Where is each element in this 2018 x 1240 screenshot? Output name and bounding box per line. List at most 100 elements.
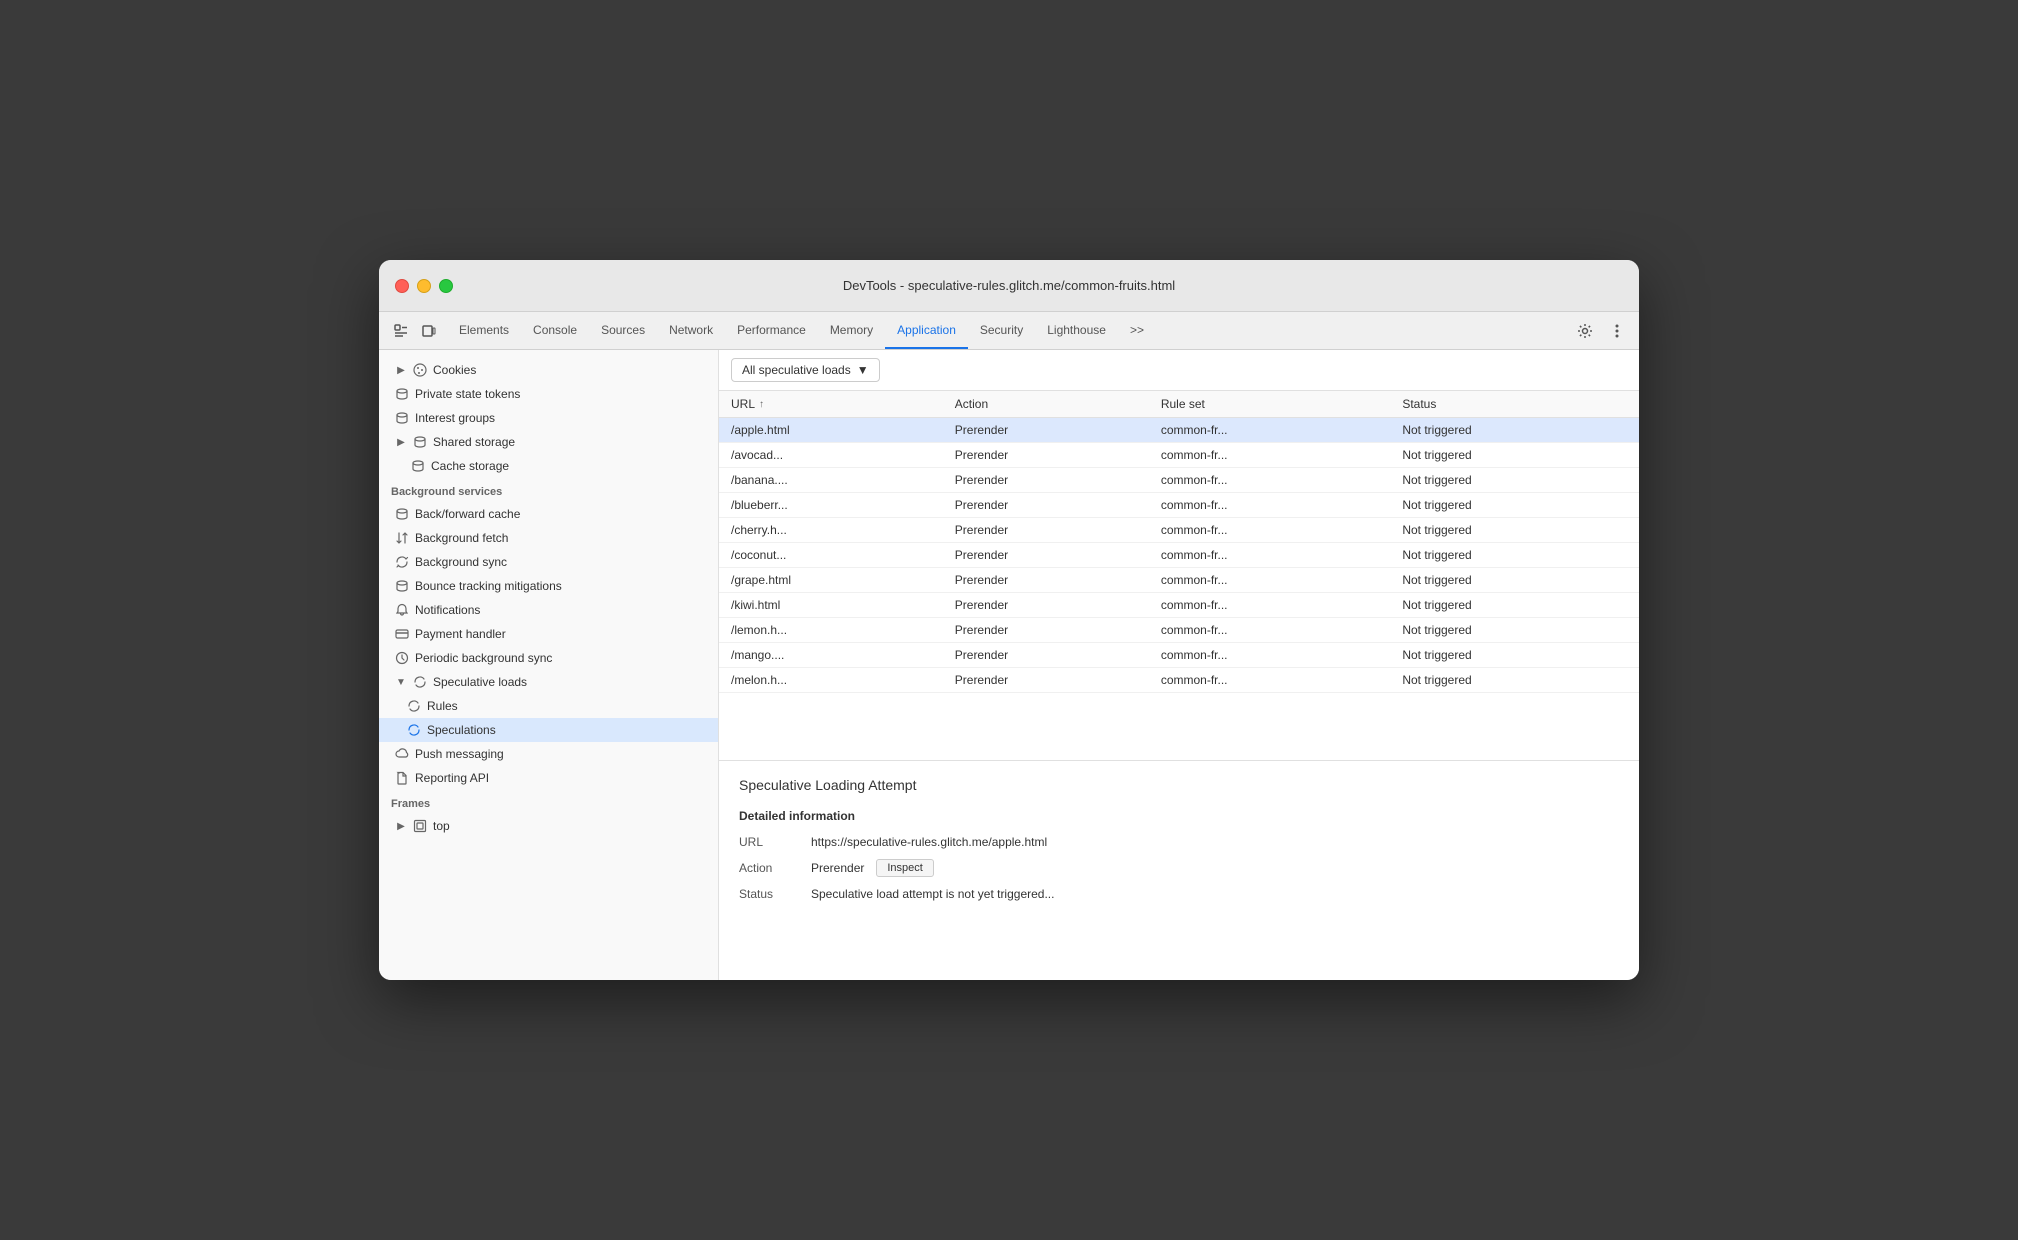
tab-list: Elements Console Sources Network Perform… xyxy=(447,312,1156,349)
tab-security[interactable]: Security xyxy=(968,312,1035,349)
table-row[interactable]: /blueberr...Prerendercommon-fr...Not tri… xyxy=(719,493,1639,518)
sidebar-item-background-sync[interactable]: Background sync xyxy=(379,550,718,574)
sidebar-item-rules[interactable]: Rules xyxy=(379,694,718,718)
tab-memory[interactable]: Memory xyxy=(818,312,885,349)
detail-status-value: Speculative load attempt is not yet trig… xyxy=(811,887,1054,901)
cell-2: common-fr... xyxy=(1149,493,1391,518)
sidebar-item-payment-handler[interactable]: Payment handler xyxy=(379,622,718,646)
col-ruleset[interactable]: Rule set xyxy=(1149,391,1391,418)
cell-3: Not triggered xyxy=(1390,593,1639,618)
db-icon xyxy=(395,411,409,425)
arrow-down-up-icon xyxy=(395,531,409,545)
cell-1: Prerender xyxy=(943,493,1149,518)
chevron-right-icon: ▶ xyxy=(395,436,407,448)
cookie-icon xyxy=(413,363,427,377)
tab-sources[interactable]: Sources xyxy=(589,312,657,349)
sidebar-label: Cache storage xyxy=(431,459,509,473)
sidebar-item-private-state-tokens[interactable]: Private state tokens xyxy=(379,382,718,406)
col-url[interactable]: URL ↑ xyxy=(719,391,943,417)
tab-more[interactable]: >> xyxy=(1118,312,1156,349)
sidebar-item-notifications[interactable]: Notifications xyxy=(379,598,718,622)
sidebar-label: Notifications xyxy=(415,603,480,617)
table-row[interactable]: /melon.h...Prerendercommon-fr...Not trig… xyxy=(719,668,1639,693)
table-row[interactable]: /mango....Prerendercommon-fr...Not trigg… xyxy=(719,643,1639,668)
sidebar-item-periodic-background-sync[interactable]: Periodic background sync xyxy=(379,646,718,670)
db-icon xyxy=(395,387,409,401)
bell-icon xyxy=(395,603,409,617)
cell-2: common-fr... xyxy=(1149,643,1391,668)
cell-0: /cherry.h... xyxy=(719,518,943,543)
cell-0: /coconut... xyxy=(719,543,943,568)
table-row[interactable]: /lemon.h...Prerendercommon-fr...Not trig… xyxy=(719,618,1639,643)
sidebar-item-shared-storage[interactable]: ▶ Shared storage xyxy=(379,430,718,454)
cell-0: /melon.h... xyxy=(719,668,943,693)
tab-console[interactable]: Console xyxy=(521,312,589,349)
sidebar-item-reporting-api[interactable]: Reporting API xyxy=(379,766,718,790)
inspect-button[interactable]: Inspect xyxy=(876,859,933,877)
devtools-tab-bar: Elements Console Sources Network Perform… xyxy=(379,312,1639,350)
sidebar-item-interest-groups[interactable]: Interest groups xyxy=(379,406,718,430)
maximize-button[interactable] xyxy=(439,279,453,293)
minimize-button[interactable] xyxy=(417,279,431,293)
tab-lighthouse[interactable]: Lighthouse xyxy=(1035,312,1118,349)
cell-3: Not triggered xyxy=(1390,443,1639,468)
sidebar-label: Cookies xyxy=(433,363,476,377)
table-row[interactable]: /apple.htmlPrerendercommon-fr...Not trig… xyxy=(719,418,1639,443)
cloud-icon xyxy=(395,747,409,761)
detail-url-label: URL xyxy=(739,835,799,849)
more-options-icon[interactable] xyxy=(1603,317,1631,345)
cell-2: common-fr... xyxy=(1149,443,1391,468)
detail-url-row: URL https://speculative-rules.glitch.me/… xyxy=(739,835,1619,849)
cell-1: Prerender xyxy=(943,443,1149,468)
sync-icon xyxy=(407,723,421,737)
cell-0: /kiwi.html xyxy=(719,593,943,618)
chevron-right-icon: ▶ xyxy=(395,364,407,376)
cell-1: Prerender xyxy=(943,568,1149,593)
sidebar-item-background-fetch[interactable]: Background fetch xyxy=(379,526,718,550)
sidebar-item-speculative-loads[interactable]: ▼ Speculative loads xyxy=(379,670,718,694)
sidebar-item-top[interactable]: ▶ top xyxy=(379,814,718,838)
detail-status-label: Status xyxy=(739,887,799,901)
detail-panel: Speculative Loading Attempt Detailed inf… xyxy=(719,760,1639,980)
table-row[interactable]: /avocad...Prerendercommon-fr...Not trigg… xyxy=(719,443,1639,468)
table-row[interactable]: /coconut...Prerendercommon-fr...Not trig… xyxy=(719,543,1639,568)
filter-dropdown[interactable]: All speculative loads ▼ xyxy=(731,358,880,382)
sidebar-item-speculations[interactable]: Speculations xyxy=(379,718,718,742)
chevron-down-icon: ▼ xyxy=(395,676,407,688)
dropdown-icon: ▼ xyxy=(857,363,869,377)
devtools-right-icons xyxy=(1571,317,1631,345)
detail-url-value: https://speculative-rules.glitch.me/appl… xyxy=(811,835,1047,849)
frame-icon xyxy=(413,819,427,833)
sort-icon: ↑ xyxy=(759,399,764,410)
table-row[interactable]: /grape.htmlPrerendercommon-fr...Not trig… xyxy=(719,568,1639,593)
table-row[interactable]: /cherry.h...Prerendercommon-fr...Not tri… xyxy=(719,518,1639,543)
tab-application[interactable]: Application xyxy=(885,312,968,349)
sidebar-item-cache-storage[interactable]: Cache storage xyxy=(379,454,718,478)
col-action[interactable]: Action xyxy=(943,391,1149,418)
cell-1: Prerender xyxy=(943,643,1149,668)
close-button[interactable] xyxy=(395,279,409,293)
inspect-element-icon[interactable] xyxy=(387,317,415,345)
table-row[interactable]: /banana....Prerendercommon-fr...Not trig… xyxy=(719,468,1639,493)
tab-elements[interactable]: Elements xyxy=(447,312,521,349)
cell-1: Prerender xyxy=(943,468,1149,493)
device-toolbar-icon[interactable] xyxy=(415,317,443,345)
db-icon xyxy=(395,579,409,593)
sidebar-label: Payment handler xyxy=(415,627,506,641)
cell-1: Prerender xyxy=(943,518,1149,543)
cell-2: common-fr... xyxy=(1149,668,1391,693)
col-status[interactable]: Status xyxy=(1390,391,1639,418)
tab-performance[interactable]: Performance xyxy=(725,312,818,349)
sidebar-item-bounce-tracking[interactable]: Bounce tracking mitigations xyxy=(379,574,718,598)
table-row[interactable]: /kiwi.htmlPrerendercommon-fr...Not trigg… xyxy=(719,593,1639,618)
settings-icon[interactable] xyxy=(1571,317,1599,345)
cell-3: Not triggered xyxy=(1390,493,1639,518)
detail-action-label: Action xyxy=(739,861,799,875)
sidebar-item-push-messaging[interactable]: Push messaging xyxy=(379,742,718,766)
cell-0: /grape.html xyxy=(719,568,943,593)
cell-1: Prerender xyxy=(943,618,1149,643)
sidebar-item-cookies[interactable]: ▶ Cookies xyxy=(379,358,718,382)
tab-network[interactable]: Network xyxy=(657,312,725,349)
cell-3: Not triggered xyxy=(1390,518,1639,543)
sidebar-item-back-forward-cache[interactable]: Back/forward cache xyxy=(379,502,718,526)
